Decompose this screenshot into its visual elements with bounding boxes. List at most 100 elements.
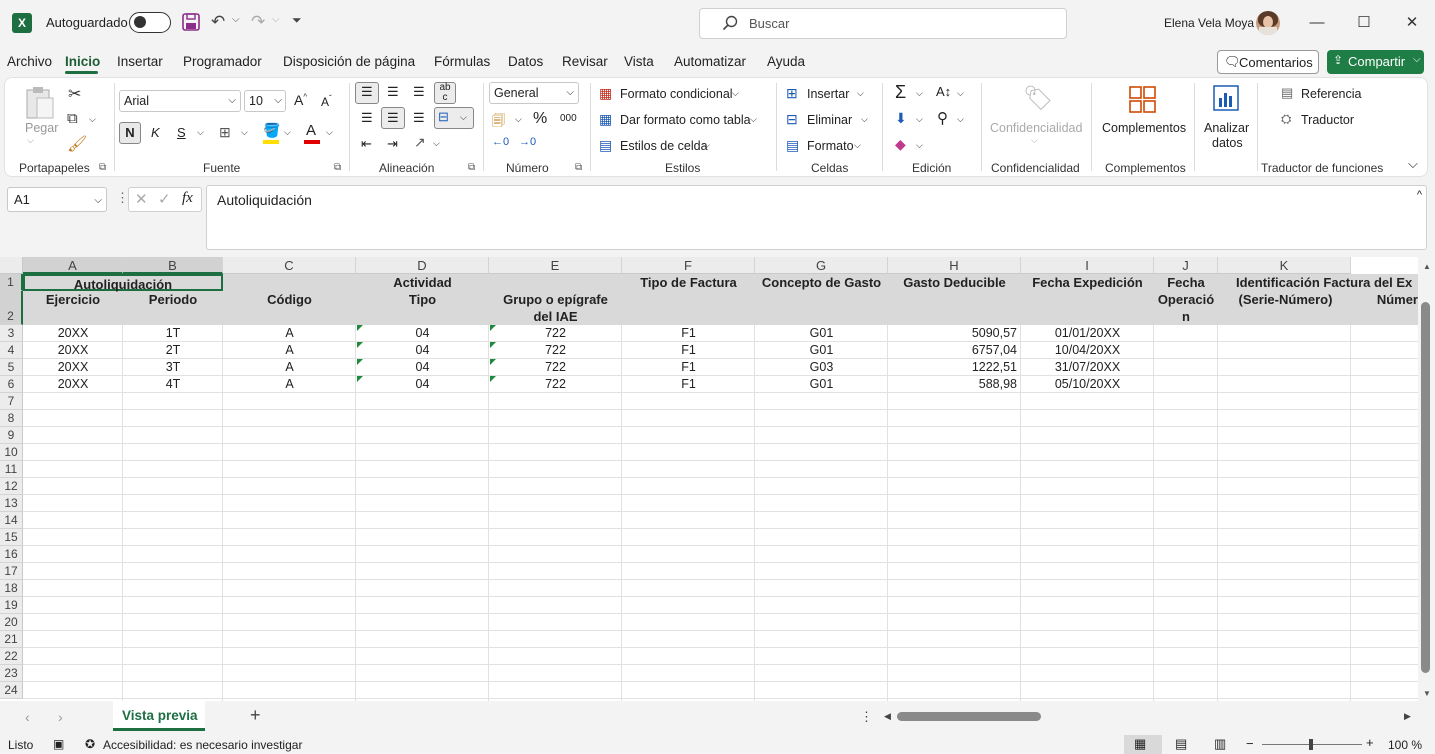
select-all-corner[interactable] (0, 257, 23, 274)
insert-cells-icon[interactable]: ⊞ (786, 85, 798, 102)
underline-dropdown-icon[interactable]: ⌵ (197, 127, 204, 138)
cell-c5[interactable]: A (223, 359, 356, 376)
clipboard-launcher-icon[interactable]: ⧉ (99, 162, 106, 173)
cell-e5[interactable]: 722 (489, 359, 622, 376)
cell-f3[interactable]: F1 (622, 325, 755, 342)
header-ejercicio[interactable]: Ejercicio (23, 291, 123, 308)
confidentiality-dropdown-icon[interactable]: ⌵ (1031, 135, 1038, 146)
cell-g3[interactable]: G01 (755, 325, 888, 342)
macro-record-icon[interactable]: ▣ (53, 737, 64, 751)
cell-d6[interactable]: 04 (356, 376, 489, 393)
sort-filter-icon[interactable]: A↕ (936, 84, 951, 99)
alignment-launcher-icon[interactable]: ⧉ (468, 162, 475, 173)
align-left-icon[interactable]: ☰ (361, 110, 373, 126)
cut-icon[interactable]: ✂ (68, 84, 81, 104)
row-header-4[interactable]: 4 (0, 342, 23, 359)
header-concepto-gasto[interactable]: Concepto de Gasto (755, 274, 888, 291)
menu-vista[interactable]: Vista (624, 54, 654, 69)
menu-revisar[interactable]: Revisar (562, 54, 608, 69)
cell-i3[interactable]: 01/01/20XX (1021, 325, 1154, 342)
row-header-8[interactable]: 8 (0, 410, 23, 427)
row-header-15[interactable]: 15 (0, 529, 23, 546)
maximize-icon[interactable]: ☐ (1353, 12, 1375, 34)
cell-h5[interactable]: 1222,51 (888, 359, 1021, 376)
row-header-17[interactable]: 17 (0, 563, 23, 580)
cell-f6[interactable]: F1 (622, 376, 755, 393)
enter-icon[interactable]: ✓ (158, 190, 171, 208)
find-icon[interactable]: ⚲ (937, 109, 948, 127)
row-header-1[interactable]: 1 (0, 274, 23, 291)
column-header-d[interactable]: D (356, 257, 489, 274)
number-format-select[interactable]: General ⌵ (489, 82, 579, 104)
fill-icon[interactable]: ⬇ (895, 110, 907, 127)
analyze-data-label-1[interactable]: Analizar (1204, 121, 1249, 135)
conditional-format-icon[interactable]: ▦ (599, 85, 612, 102)
font-name-select[interactable]: Arial ⌵ (119, 90, 241, 112)
sheet-tab-active[interactable]: Vista previa (113, 701, 205, 731)
undo-icon[interactable]: ↶ (211, 12, 225, 32)
header-fecha-operacion-2[interactable]: Operació (1154, 291, 1218, 308)
zoom-in-icon[interactable]: + (1366, 735, 1374, 750)
addins-button[interactable]: Complementos (1102, 121, 1186, 135)
row-header-5[interactable]: 5 (0, 359, 23, 376)
row-header-10[interactable]: 10 (0, 444, 23, 461)
font-size-select[interactable]: 10 ⌵ (244, 90, 286, 112)
cell-e4[interactable]: 722 (489, 342, 622, 359)
addins-icon[interactable] (1129, 86, 1157, 117)
decrease-font-icon[interactable]: Aˇ (321, 94, 332, 109)
conditional-format-button[interactable]: Formato condicional (620, 87, 733, 101)
header-del-iae[interactable]: del IAE (489, 308, 622, 325)
horizontal-scroll-thumb[interactable] (897, 712, 1041, 721)
column-header-h[interactable]: H (888, 257, 1021, 274)
header-tipo-factura[interactable]: Tipo de Factura (622, 274, 755, 291)
redo-icon[interactable]: ↷ (251, 12, 265, 32)
menu-disposicion[interactable]: Disposición de página (283, 54, 415, 69)
undo-dropdown-icon[interactable]: ⌵ (232, 14, 240, 25)
clear-icon[interactable]: ◆ (895, 136, 906, 153)
user-name[interactable]: Elena Vela Moya (1164, 16, 1254, 30)
autosave-toggle[interactable] (129, 12, 171, 33)
decrease-decimal-icon[interactable]: →0 (519, 136, 536, 148)
sort-dropdown-icon[interactable]: ⌵ (957, 88, 964, 99)
row-header-20[interactable]: 20 (0, 614, 23, 631)
autosum-dropdown-icon[interactable]: ⌵ (916, 88, 923, 99)
column-header-f[interactable]: F (622, 257, 755, 274)
align-right-icon[interactable]: ☰ (413, 110, 425, 126)
page-layout-icon[interactable]: ▤ (1175, 736, 1187, 752)
scroll-right-icon[interactable]: ▶ (1404, 711, 1411, 722)
row-header-3[interactable]: 3 (0, 325, 23, 342)
header-fecha-operacion-1[interactable]: Fecha (1154, 274, 1218, 291)
column-header-a[interactable]: A (23, 257, 123, 274)
wrap-text-icon[interactable]: ab c (434, 82, 456, 104)
confidentiality-button[interactable]: Confidencialidad (990, 121, 1082, 135)
cell-f4[interactable]: F1 (622, 342, 755, 359)
accounting-dropdown-icon[interactable]: ⌵ (515, 114, 522, 125)
orientation-icon[interactable]: ↗ (414, 134, 426, 151)
number-launcher-icon[interactable]: ⧉ (575, 162, 582, 173)
row-header-13[interactable]: 13 (0, 495, 23, 512)
column-header-j[interactable]: J (1154, 257, 1218, 274)
cell-b6[interactable]: 4T (123, 376, 223, 393)
page-break-icon[interactable]: ▥ (1214, 736, 1226, 752)
close-icon[interactable]: ✕ (1401, 12, 1423, 34)
zoom-level[interactable]: 100 % (1388, 738, 1422, 752)
menu-automatizar[interactable]: Automatizar (674, 54, 746, 69)
cancel-icon[interactable]: ✕ (135, 190, 148, 208)
format-as-table-button[interactable]: Dar formato como tabla (620, 113, 751, 127)
borders-icon[interactable]: ⊞ (219, 124, 231, 141)
cell-d3[interactable]: 04 (356, 325, 489, 342)
cell-styles-button[interactable]: Estilos de celda (620, 139, 708, 153)
cell-c3[interactable]: A (223, 325, 356, 342)
row-header-22[interactable]: 22 (0, 648, 23, 665)
row-header-12[interactable]: 12 (0, 478, 23, 495)
reference-icon[interactable]: ▤ (1281, 85, 1293, 101)
cell-f5[interactable]: F1 (622, 359, 755, 376)
column-header-g[interactable]: G (755, 257, 888, 274)
accessibility-status[interactable]: Accesibilidad: es necesario investigar (103, 738, 302, 752)
vertical-scroll-thumb[interactable] (1421, 302, 1430, 673)
header-codigo[interactable]: Código (223, 291, 356, 308)
analyze-data-label-2[interactable]: datos (1212, 136, 1243, 150)
menu-programador[interactable]: Programador (183, 54, 262, 69)
merged-title-cell[interactable]: Autoliquidación (23, 274, 223, 292)
cell-g5[interactable]: G03 (755, 359, 888, 376)
